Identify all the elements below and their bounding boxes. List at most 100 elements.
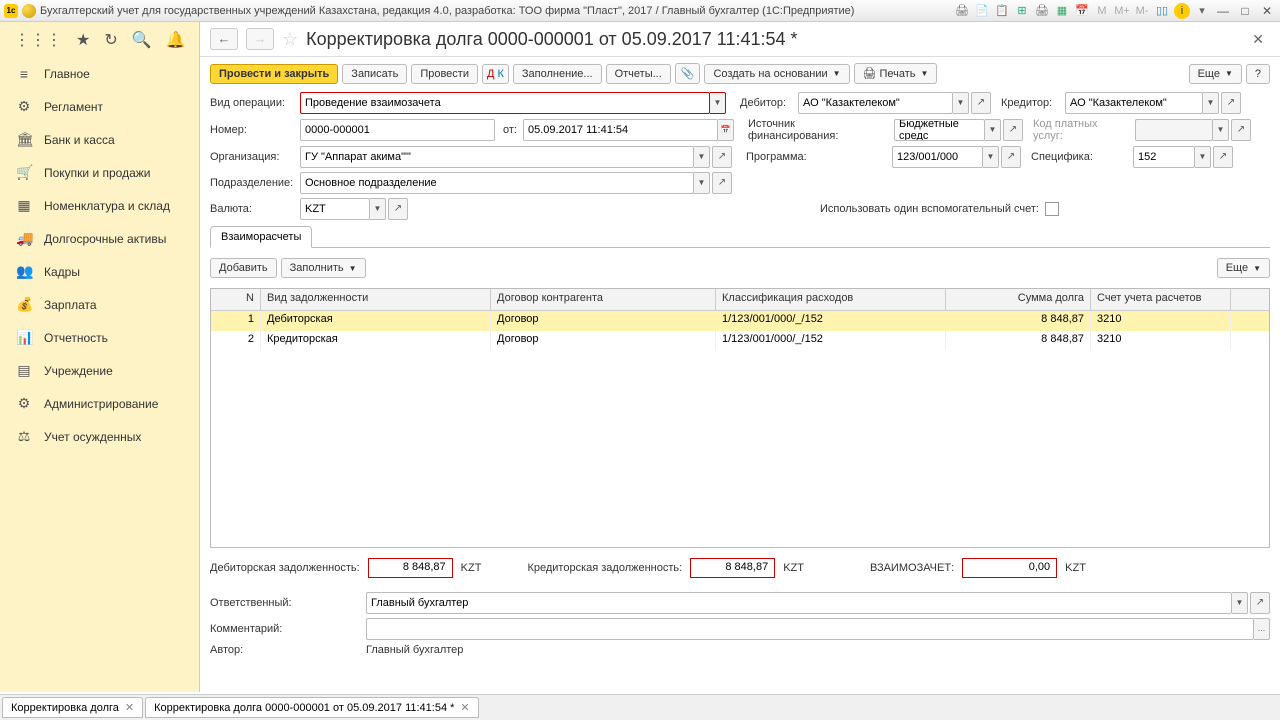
responsible-dropdown[interactable]: ▼ xyxy=(1232,592,1248,614)
sidebar-item[interactable]: ▤Учреждение xyxy=(0,354,199,387)
apps-icon[interactable]: ⋮⋮⋮ xyxy=(14,30,62,50)
currency-open[interactable]: ↗ xyxy=(388,198,408,220)
fill-button[interactable]: Заполнение... xyxy=(513,64,602,84)
fin-source-dropdown[interactable]: ▼ xyxy=(985,119,1001,141)
responsible-field[interactable]: Главный бухгалтер xyxy=(366,592,1232,614)
program-field[interactable]: 123/001/000 xyxy=(892,146,983,168)
attach-button[interactable]: 📎 xyxy=(675,63,701,84)
dk-button[interactable]: ДК xyxy=(482,64,509,84)
col-class[interactable]: Классификация расходов xyxy=(716,289,946,310)
post-and-close-button[interactable]: Провести и закрыть xyxy=(210,64,338,84)
calc-icon[interactable]: ▦ xyxy=(1054,3,1070,19)
window-tab[interactable]: Корректировка долга✕ xyxy=(2,697,143,718)
col-sum[interactable]: Сумма долга xyxy=(946,289,1091,310)
sidebar-item[interactable]: 🏛Банк и касса xyxy=(0,123,199,156)
tool-icon[interactable]: 📋 xyxy=(994,3,1010,19)
subdiv-field[interactable]: Основное подразделение xyxy=(300,172,694,194)
forward-button[interactable]: → xyxy=(246,28,274,50)
calendar-icon[interactable]: 📅 xyxy=(1074,3,1090,19)
close-tab-icon[interactable]: ✕ xyxy=(125,701,134,714)
sidebar-item[interactable]: ⚙Администрирование xyxy=(0,387,199,420)
sidebar-item[interactable]: 🚚Долгосрочные активы xyxy=(0,222,199,255)
creditor-field[interactable]: АО "Казактелеком" xyxy=(1065,92,1203,114)
date-picker-icon[interactable]: 📅 xyxy=(718,119,734,141)
favorite-toggle-icon[interactable]: ☆ xyxy=(282,29,298,50)
settlements-grid[interactable]: N Вид задолженности Договор контрагента … xyxy=(210,288,1270,548)
window-tab[interactable]: Корректировка долга 0000-000001 от 05.09… xyxy=(145,697,479,718)
table-more-button[interactable]: Еще▼ xyxy=(1217,258,1270,278)
number-field[interactable]: 0000-000001 xyxy=(300,119,495,141)
write-button[interactable]: Записать xyxy=(342,64,407,84)
table-row[interactable]: 1ДебиторскаяДоговор1/123/001/000/_/1528 … xyxy=(211,311,1269,331)
sidebar-item[interactable]: 🛒Покупки и продажи xyxy=(0,156,199,189)
fill-table-button[interactable]: Заполнить▼ xyxy=(281,258,366,278)
sidebar-item[interactable]: ≡Главное xyxy=(0,58,199,90)
spec-open[interactable]: ↗ xyxy=(1213,146,1233,168)
help-button[interactable]: ? xyxy=(1246,64,1270,84)
debtor-open[interactable]: ↗ xyxy=(971,92,991,114)
currency-dropdown[interactable]: ▼ xyxy=(370,198,386,220)
col-type[interactable]: Вид задолженности xyxy=(261,289,491,310)
more-button[interactable]: Еще▼ xyxy=(1189,64,1242,84)
org-field[interactable]: ГУ "Аппарат акима""' xyxy=(300,146,694,168)
fin-source-field[interactable]: Бюджетные средс xyxy=(894,119,985,141)
sidebar-item[interactable]: ▦Номенклатура и склад xyxy=(0,189,199,222)
sidebar-item[interactable]: 👥Кадры xyxy=(0,255,199,288)
reports-button[interactable]: Отчеты... xyxy=(606,64,671,84)
app-orb-icon[interactable] xyxy=(22,4,36,18)
responsible-open[interactable]: ↗ xyxy=(1250,592,1270,614)
date-field[interactable]: 05.09.2017 11:41:54 xyxy=(523,119,718,141)
currency-field[interactable]: KZT xyxy=(300,198,370,220)
tool-icon[interactable]: 🖨 xyxy=(954,3,970,19)
sidebar-item[interactable]: ⚙Регламент xyxy=(0,90,199,123)
tool-icon[interactable]: 📄 xyxy=(974,3,990,19)
table-row[interactable]: 2КредиторскаяДоговор1/123/001/000/_/1528… xyxy=(211,331,1269,351)
maximize-button[interactable]: □ xyxy=(1236,4,1254,18)
tool-icon[interactable]: ⊞ xyxy=(1014,3,1030,19)
col-account[interactable]: Счет учета расчетов xyxy=(1091,289,1231,310)
sidebar-item[interactable]: 💰Зарплата xyxy=(0,288,199,321)
panel-icon[interactable]: ▯▯ xyxy=(1154,3,1170,19)
subdiv-open[interactable]: ↗ xyxy=(712,172,732,194)
org-open[interactable]: ↗ xyxy=(712,146,732,168)
back-button[interactable]: ← xyxy=(210,28,238,50)
spec-field[interactable]: 152 xyxy=(1133,146,1195,168)
sidebar-item[interactable]: ⚖Учет осужденных xyxy=(0,420,199,453)
dropdown-icon[interactable]: ▾ xyxy=(1194,3,1210,19)
program-open[interactable]: ↗ xyxy=(1001,146,1021,168)
sidebar-item[interactable]: 📊Отчетность xyxy=(0,321,199,354)
subdiv-dropdown[interactable]: ▼ xyxy=(694,172,710,194)
program-dropdown[interactable]: ▼ xyxy=(983,146,999,168)
minimize-button[interactable]: — xyxy=(1214,4,1232,18)
tab-settlements[interactable]: Взаиморасчеты xyxy=(210,226,312,248)
memory-mplus-icon[interactable]: M+ xyxy=(1114,3,1130,19)
org-dropdown[interactable]: ▼ xyxy=(694,146,710,168)
add-row-button[interactable]: Добавить xyxy=(210,258,277,278)
debtor-dropdown[interactable]: ▼ xyxy=(953,92,969,114)
print-button[interactable]: 🖨 Печать▼ xyxy=(854,63,938,84)
post-button[interactable]: Провести xyxy=(411,64,478,84)
paid-services-open[interactable]: ↗ xyxy=(1231,119,1251,141)
col-contract[interactable]: Договор контрагента xyxy=(491,289,716,310)
close-tab-icon[interactable]: ✕ xyxy=(460,701,469,714)
debtor-field[interactable]: АО "Казактелеком" xyxy=(798,92,953,114)
favorite-icon[interactable]: ★ xyxy=(76,30,90,50)
help-icon[interactable]: i xyxy=(1174,3,1190,19)
notifications-icon[interactable]: 🔔 xyxy=(166,30,186,50)
close-button[interactable]: ✕ xyxy=(1258,4,1276,18)
fin-source-open[interactable]: ↗ xyxy=(1003,119,1023,141)
history-icon[interactable]: ↻ xyxy=(104,30,117,50)
op-type-dropdown[interactable]: ▼ xyxy=(710,92,726,114)
search-icon[interactable]: 🔍 xyxy=(132,30,152,50)
comment-field[interactable] xyxy=(366,618,1254,640)
use-one-account-checkbox[interactable] xyxy=(1045,202,1059,216)
comment-more[interactable]: … xyxy=(1254,618,1270,640)
creditor-open[interactable]: ↗ xyxy=(1221,92,1241,114)
creditor-dropdown[interactable]: ▼ xyxy=(1203,92,1219,114)
create-based-on-button[interactable]: Создать на основании▼ xyxy=(704,64,849,84)
close-document-button[interactable]: ✕ xyxy=(1246,31,1270,48)
op-type-field[interactable]: Проведение взаимозачета xyxy=(300,92,710,114)
memory-m-icon[interactable]: M xyxy=(1094,3,1110,19)
memory-mminus-icon[interactable]: M- xyxy=(1134,3,1150,19)
paid-services-dropdown[interactable]: ▼ xyxy=(1213,119,1229,141)
